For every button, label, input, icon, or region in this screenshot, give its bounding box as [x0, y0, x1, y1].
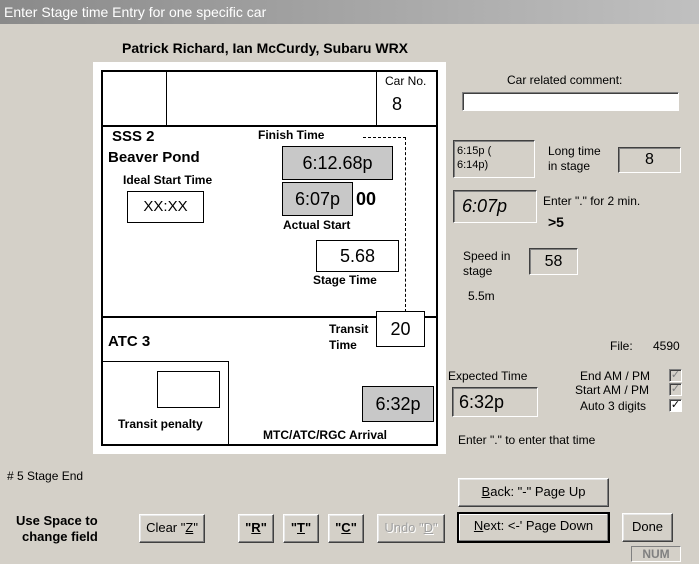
window-title: Enter Stage time Entry for one specific … — [4, 4, 267, 20]
ideal-start-label: Ideal Start Time — [123, 173, 213, 187]
current-time-display: 6:07p — [453, 190, 537, 223]
stage-panel: Car No. 8 SSS 2 Beaver Pond Finish Time … — [93, 62, 446, 454]
t-button[interactable]: "T" — [283, 514, 319, 543]
end-ampm-checkbox[interactable]: ✓ — [669, 369, 682, 382]
num-lock-indicator: NUM — [631, 546, 681, 562]
check-mark-icon: ✓ — [670, 369, 681, 381]
stage-time-field[interactable]: 5.68 — [316, 240, 399, 272]
file-label: File: — [610, 339, 633, 353]
clear-button[interactable]: Clear "Z" — [139, 514, 205, 543]
transit-penalty-label: Transit penalty — [118, 417, 203, 431]
speed-label-2: stage — [463, 264, 493, 278]
enter-hint: Enter "." for 2 min. — [543, 194, 641, 208]
distance: 5.5m — [468, 289, 495, 303]
check-mark-icon: ✓ — [670, 383, 681, 395]
enter-that-time-hint: Enter "." to enter that time — [458, 433, 596, 447]
c-button[interactable]: "C" — [328, 514, 364, 543]
check-mark-icon: ✓ — [670, 399, 681, 411]
car-number: 8 — [392, 94, 403, 114]
time-info-box: 6:15p ( 6:14p) — [453, 140, 535, 178]
file-value: 4590 — [653, 339, 680, 353]
comment-label: Car related comment: — [507, 73, 623, 87]
actual-start-seconds: 00 — [356, 189, 377, 209]
back-button[interactable]: Back: "-" Page Up — [458, 478, 609, 507]
undo-button[interactable]: Undo "D" — [377, 514, 445, 543]
expected-time-label: Expected Time — [448, 369, 528, 383]
long-time-label-2: in stage — [548, 159, 591, 173]
long-time-label-1: Long time — [548, 144, 601, 158]
transit-time-label-2: Time — [329, 338, 357, 352]
transit-penalty-field[interactable] — [157, 371, 220, 408]
start-ampm-checkbox[interactable]: ✓ — [669, 383, 682, 396]
speed-value: 58 — [529, 248, 578, 275]
speed-label-1: Speed in — [463, 249, 511, 263]
time-info-line-2: 6:14p) — [457, 159, 489, 171]
auto-3-digits-label: Auto 3 digits — [580, 399, 647, 413]
finish-time-field[interactable]: 6:12.68p — [282, 146, 393, 180]
expected-time-value: 6:32p — [452, 387, 538, 417]
car-number-label: Car No. — [385, 74, 427, 88]
transit-time-label-1: Transit — [329, 322, 369, 336]
finish-time-label: Finish Time — [258, 128, 325, 142]
actual-start-field[interactable]: 6:07p — [282, 182, 353, 216]
space-hint-1: Use Space to — [16, 513, 98, 528]
end-ampm-label: End AM / PM — [580, 369, 651, 383]
comment-input[interactable] — [462, 92, 679, 111]
atc-name: ATC 3 — [108, 333, 151, 350]
start-ampm-label: Start AM / PM — [575, 383, 650, 397]
long-time-value: 8 — [618, 147, 681, 173]
arrival-time-field[interactable]: 6:32p — [362, 386, 434, 422]
ideal-start-field[interactable]: XX:XX — [127, 191, 204, 223]
stage-name: SSS 2 — [112, 128, 155, 145]
greater-than-five: >5 — [548, 214, 564, 230]
stage-end-label: # 5 Stage End — [7, 469, 84, 483]
title-bar[interactable]: Enter Stage time Entry for one specific … — [0, 0, 699, 24]
time-info-line-1: 6:15p ( — [457, 145, 492, 157]
stage-time-label: Stage Time — [313, 273, 377, 287]
stage-location: Beaver Pond — [108, 149, 200, 166]
space-hint-2: change field — [22, 529, 98, 544]
actual-start-label: Actual Start — [283, 218, 351, 232]
crew-heading: Patrick Richard, Ian McCurdy, Subaru WRX — [122, 40, 409, 56]
auto-3-digits-checkbox[interactable]: ✓ — [669, 399, 682, 412]
done-button[interactable]: Done — [622, 513, 673, 542]
arrival-label: MTC/ATC/RGC Arrival — [263, 428, 388, 442]
r-button[interactable]: "R" — [238, 514, 274, 543]
transit-time-field[interactable]: 20 — [376, 311, 425, 347]
next-button[interactable]: Next: <-' Page Down — [457, 512, 610, 543]
